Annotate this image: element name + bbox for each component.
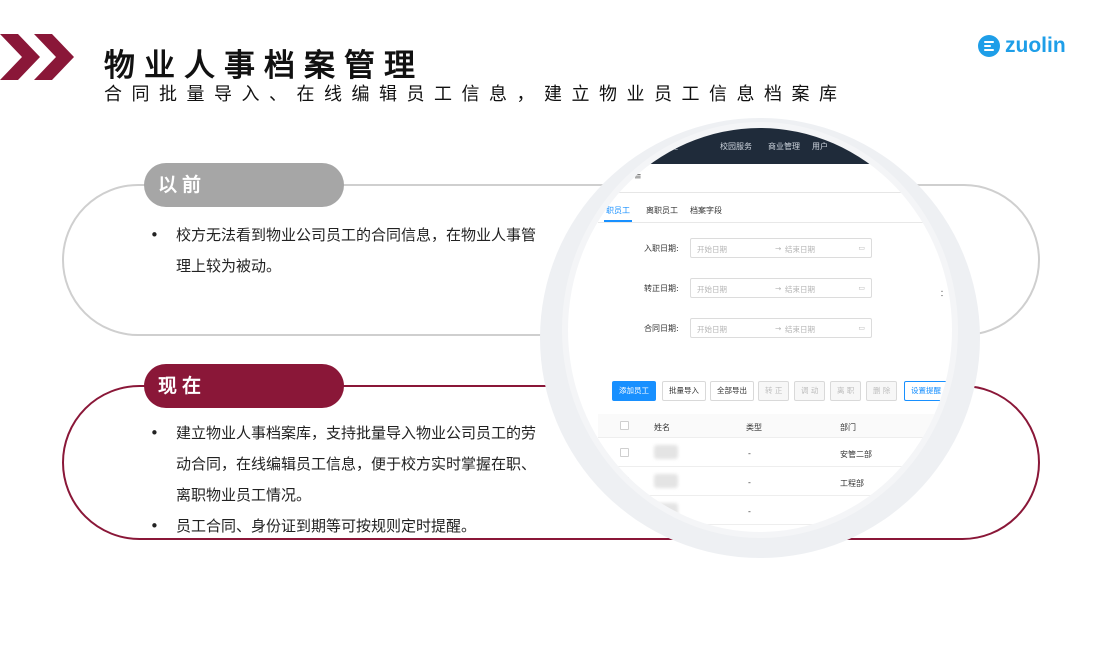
date-range-input[interactable]: 开始日期 → 结束日期 ▭ [690, 278, 872, 298]
row-checkbox[interactable] [620, 477, 629, 486]
menu-icon[interactable]: ≡ [634, 172, 642, 182]
row-checkbox[interactable] [620, 448, 629, 457]
row-checkbox[interactable] [620, 506, 629, 515]
blurred-name [654, 445, 678, 459]
delete-button[interactable]: 删 除 [866, 381, 898, 401]
calendar-icon: ▭ [858, 324, 865, 332]
table-header: 姓名 类型 部门 [598, 414, 952, 438]
zuolin-logo: zuolin [978, 34, 1066, 58]
page-subtitle: 合同批量导入、在线编辑员工信息，建立物业员工信息档案库 [104, 84, 847, 105]
batch-import-button[interactable]: 批量导入 [662, 381, 706, 401]
logo-text: zuolin [1005, 34, 1066, 57]
blurred-name [654, 474, 678, 488]
transfer-button[interactable]: 调 动 [794, 381, 826, 401]
table-row[interactable]: - 工程部 [598, 468, 952, 496]
filter-hire-date: 入职日期: 开始日期 → 结束日期 ▭ [568, 238, 952, 258]
list-item: • 校方无法看到物业公司员工的合同信息，在物业人事管理上较为被动。 [150, 220, 540, 282]
bullet-icon: • [150, 226, 159, 244]
bullet-icon: • [150, 424, 159, 442]
select-all-checkbox[interactable] [620, 421, 629, 430]
arrow-right-icon: → [775, 324, 782, 333]
blurred-name [654, 503, 678, 517]
before-badge: 以前 [144, 163, 344, 207]
date-range-input[interactable]: 开始日期 → 结束日期 ▭ [690, 318, 872, 338]
list-item: • 建立物业人事档案库，支持批量导入物业公司员工的劳动合同，在线编辑员工信息，便于… [150, 418, 540, 511]
export-all-button[interactable]: 全部导出 [710, 381, 754, 401]
before-bullet-list: • 校方无法看到物业公司员工的合同信息，在物业人事管理上较为被动。 [150, 220, 540, 282]
date-range-input[interactable]: 开始日期 → 结束日期 ▭ [690, 238, 872, 258]
now-bullet-list: • 建立物业人事档案库，支持批量导入物业公司员工的劳动合同，在线编辑员工信息，便于… [150, 418, 540, 542]
tab-archive-fields[interactable]: 档案字段 [690, 205, 722, 216]
now-badge: 现在 [144, 364, 344, 408]
nav-item[interactable]: 商业管理 [768, 141, 800, 152]
page-title: 物业人事档案管理 [104, 48, 424, 84]
column-name: 姓名 [654, 423, 670, 432]
set-reminder-button[interactable]: 设置提醒 [904, 381, 948, 401]
nav-item[interactable]: 业管理 [654, 141, 678, 152]
hr-system-screenshot: 业管理 校园服务 商业管理 用户 ≡ 职员工 离职员工 档案字段 入职日期: 开… [568, 128, 952, 532]
zuolin-logo-icon [978, 35, 1000, 57]
filter-regular-date: 转正日期: 开始日期 → 结束日期 ▭ [568, 278, 952, 298]
arrow-right-icon: → [775, 244, 782, 253]
add-employee-button[interactable]: 添加员工 [612, 381, 656, 401]
column-type: 类型 [746, 423, 762, 432]
bullet-icon: • [150, 517, 159, 535]
chevron-arrows-icon [0, 34, 74, 80]
screenshot-circle: 业管理 校园服务 商业管理 用户 ≡ 职员工 离职员工 档案字段 入职日期: 开… [568, 128, 952, 532]
tab-active-employees[interactable]: 职员工 [606, 205, 630, 216]
filter-contract-date: 合同日期: 开始日期 → 结束日期 ▭ [568, 318, 952, 338]
nav-item[interactable]: 校园服务 [720, 141, 752, 152]
table-row[interactable]: - [598, 497, 952, 525]
confirm-regular-button[interactable]: 转 正 [758, 381, 790, 401]
table-row[interactable]: - 安管二部 [598, 439, 952, 467]
list-item: • 员工合同、身份证到期等可按规则定时提醒。 [150, 511, 540, 542]
column-department: 部门 [840, 423, 856, 432]
calendar-icon: ▭ [858, 244, 865, 252]
top-nav-bar: 业管理 校园服务 商业管理 用户 [568, 128, 952, 164]
side-colon: ： [940, 289, 948, 298]
nav-item[interactable]: 用户 [812, 141, 828, 152]
arrow-right-icon: → [775, 284, 782, 293]
resign-button[interactable]: 离 职 [830, 381, 862, 401]
tab-resigned-employees[interactable]: 离职员工 [646, 205, 678, 216]
calendar-icon: ▭ [858, 284, 865, 292]
